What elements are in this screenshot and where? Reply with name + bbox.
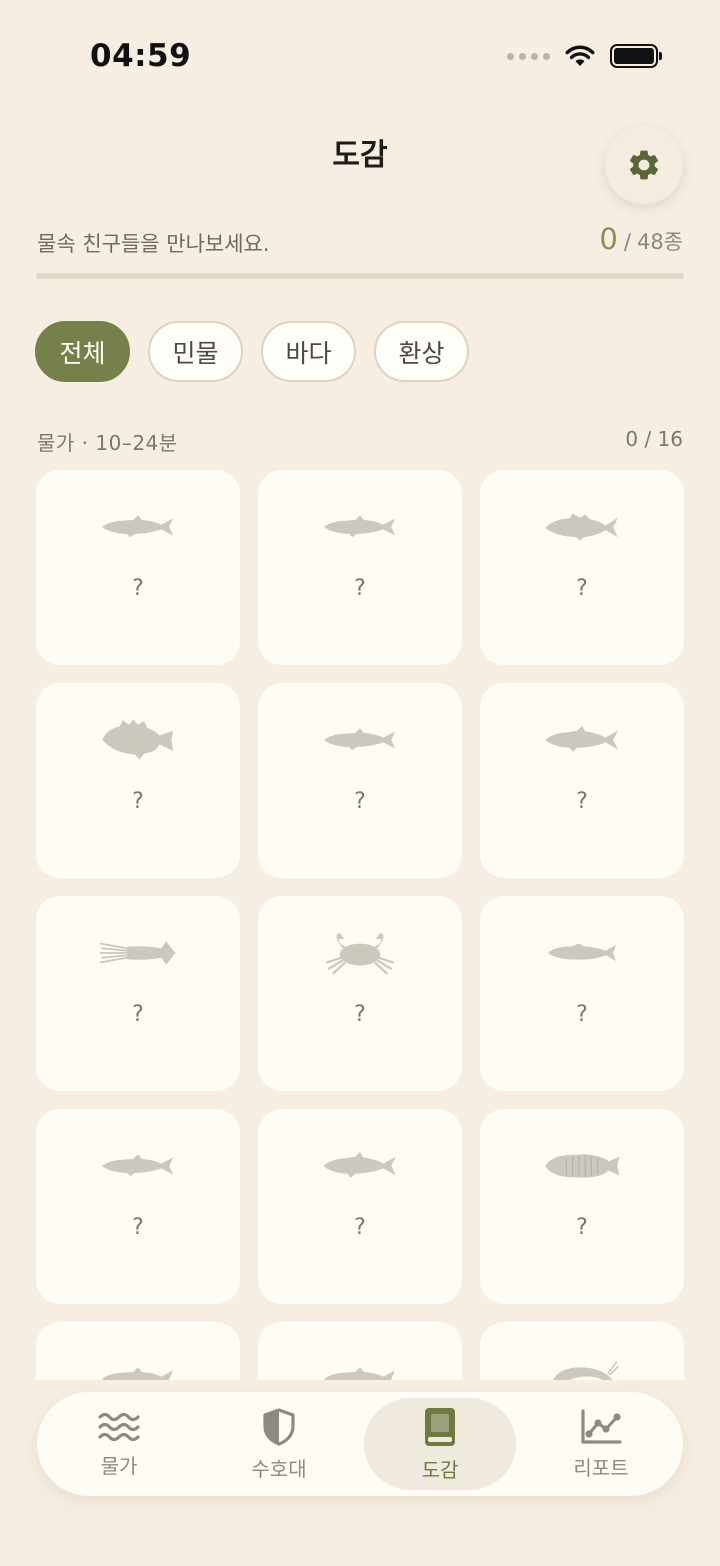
collection-card[interactable]: ? <box>36 896 240 1091</box>
slim-fish-icon <box>88 1139 188 1193</box>
settings-button[interactable] <box>605 126 683 204</box>
rockfish-icon <box>88 713 188 767</box>
collection-card[interactable]: ? <box>258 896 462 1091</box>
minnow-icon <box>532 926 632 980</box>
tab-guardians[interactable]: 수호대 <box>203 1398 355 1490</box>
collection-card[interactable]: ? <box>480 683 684 878</box>
collection-card[interactable]: ? <box>258 1109 462 1304</box>
tab-collection[interactable]: 도감 <box>364 1398 516 1490</box>
squid-icon <box>88 926 188 980</box>
tab-waterside[interactable]: 물가 <box>43 1398 195 1490</box>
collection-card[interactable]: ? <box>36 470 240 665</box>
waves-icon <box>98 1412 140 1441</box>
card-unknown-label: ? <box>132 1002 144 1027</box>
slim-fish-icon <box>88 500 188 554</box>
collection-card[interactable]: ? <box>480 1322 684 1380</box>
card-unknown-label: ? <box>132 1215 144 1240</box>
status-icons <box>507 44 662 68</box>
filter-chips: 전체 민물 바다 환상 <box>35 321 469 382</box>
chart-icon <box>581 1408 622 1444</box>
striped-fish-icon <box>532 1139 632 1193</box>
collection-card[interactable]: ? <box>480 896 684 1091</box>
collection-subtitle: 물속 친구들을 만나보세요. <box>37 232 270 256</box>
card-unknown-label: ? <box>132 576 144 601</box>
total-count: 48종 <box>636 230 683 254</box>
collection-grid-viewport[interactable]: ??????????????? <box>0 468 720 1380</box>
spiny-fish-icon <box>532 500 632 554</box>
slim-fish-icon <box>310 1352 410 1380</box>
slim-fish-icon <box>310 500 410 554</box>
slim-fish-icon <box>88 1352 188 1380</box>
screen: 04:59 도감 물속 친구들을 만나보세요. 0 / 48종 전체 민물 바다… <box>0 0 720 1566</box>
card-unknown-label: ? <box>354 576 366 601</box>
status-time: 04:59 <box>90 38 192 74</box>
tab-label: 리포트 <box>573 1455 629 1480</box>
collection-card[interactable]: ? <box>36 1322 240 1380</box>
collection-count: 0 / 48종 <box>599 222 683 256</box>
tab-label: 수호대 <box>251 1456 307 1481</box>
card-unknown-label: ? <box>576 789 588 814</box>
card-unknown-label: ? <box>576 1002 588 1027</box>
filter-all[interactable]: 전체 <box>35 321 130 382</box>
card-unknown-label: ? <box>576 576 588 601</box>
tab-bar: 물가 수호대 도감 리포트 <box>37 1392 683 1496</box>
collection-card[interactable]: ? <box>480 1109 684 1304</box>
crab-icon <box>310 926 410 980</box>
card-unknown-label: ? <box>354 1215 366 1240</box>
shrimp-icon <box>532 1352 632 1380</box>
collection-card[interactable]: ? <box>36 1109 240 1304</box>
slim-fish-icon <box>310 713 410 767</box>
filter-sea[interactable]: 바다 <box>261 321 356 382</box>
card-unknown-label: ? <box>576 1215 588 1240</box>
collection-card[interactable]: ? <box>36 683 240 878</box>
collection-card[interactable]: ? <box>258 470 462 665</box>
collection-card[interactable]: ? <box>258 683 462 878</box>
collection-card[interactable]: ? <box>258 1322 462 1380</box>
filter-freshwater[interactable]: 민물 <box>148 321 243 382</box>
count-separator: / <box>623 230 631 254</box>
cellular-signal-icon <box>507 52 550 60</box>
card-unknown-label: ? <box>132 789 144 814</box>
trout-icon <box>532 713 632 767</box>
card-unknown-label: ? <box>354 789 366 814</box>
section-count: 0 / 16 <box>625 427 683 451</box>
book-icon <box>425 1407 455 1446</box>
collection-card[interactable]: ? <box>480 470 684 665</box>
shield-icon <box>263 1407 295 1446</box>
gear-icon <box>629 150 659 180</box>
filter-fantasy[interactable]: 환상 <box>374 321 469 382</box>
card-unknown-label: ? <box>354 1002 366 1027</box>
wifi-icon <box>565 45 595 66</box>
collection-progress-bar <box>36 273 684 279</box>
section-label: 물가 · 10–24분 <box>37 431 178 455</box>
collection-grid: ??????????????? <box>36 470 684 1380</box>
tab-report[interactable]: 리포트 <box>525 1398 677 1490</box>
tab-label: 물가 <box>100 1453 138 1478</box>
battery-icon <box>610 44 662 68</box>
tab-label: 도감 <box>421 1457 459 1482</box>
trout-icon <box>310 1139 410 1193</box>
collected-count: 0 <box>599 222 618 256</box>
